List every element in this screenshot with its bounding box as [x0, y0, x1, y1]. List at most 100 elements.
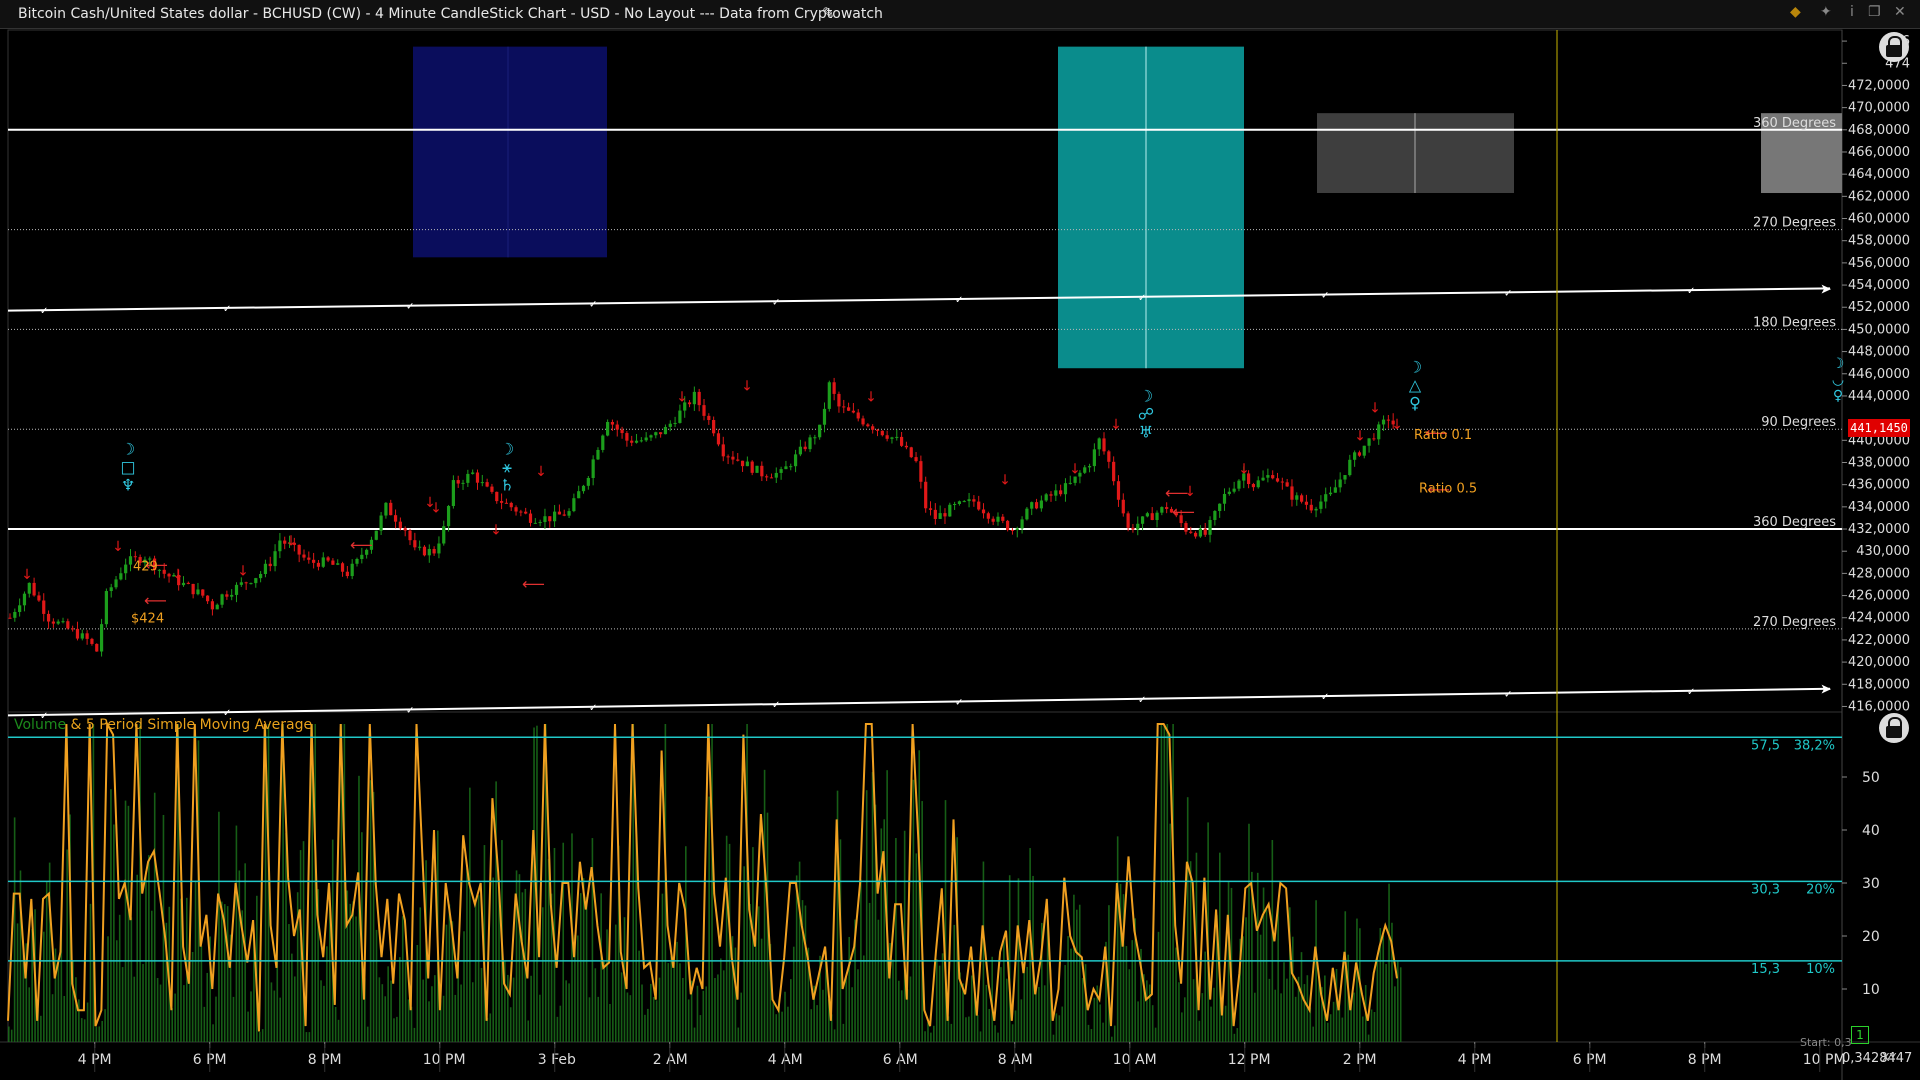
- candle: [1068, 482, 1072, 484]
- volume-bar: [474, 898, 477, 1042]
- candle: [779, 469, 783, 473]
- candle: [986, 513, 990, 519]
- price-tick-label: 472,0000: [1848, 78, 1910, 93]
- candle: [740, 460, 745, 467]
- candle: [230, 594, 234, 597]
- candle: [1193, 532, 1198, 537]
- candle: [128, 556, 133, 565]
- volume-bar: [110, 789, 112, 1042]
- candle: [1362, 445, 1366, 456]
- volume-bar: [661, 893, 664, 1042]
- volume-bar: [378, 977, 381, 1042]
- volume-bar: [495, 781, 497, 1042]
- candle: [273, 551, 277, 567]
- candle: [408, 530, 412, 541]
- volume-bar: [641, 984, 643, 1042]
- candle: [895, 436, 899, 438]
- candle: [1131, 527, 1135, 530]
- candle: [924, 481, 928, 509]
- candle: [1290, 486, 1294, 500]
- volume-bar: [1055, 1013, 1058, 1042]
- volume-bar: [139, 724, 141, 1042]
- candle: [755, 465, 759, 473]
- time-tick-label: 4 AM: [768, 1052, 803, 1068]
- candle: [475, 472, 480, 483]
- volume-bar: [714, 977, 716, 1042]
- volume-bar: [556, 1016, 559, 1042]
- candle: [842, 406, 846, 408]
- start-badge[interactable]: 1: [1851, 1026, 1869, 1044]
- volume-bar: [935, 959, 938, 1042]
- volume-bar: [1329, 1014, 1332, 1042]
- volume-bar: [1385, 964, 1387, 1042]
- candle: [1063, 483, 1068, 495]
- candle: [721, 444, 725, 457]
- candle: [1377, 424, 1381, 440]
- volume-bar: [486, 1017, 489, 1042]
- candle: [22, 593, 27, 606]
- candle: [51, 621, 55, 624]
- candle: [1266, 475, 1270, 478]
- volume-bar: [384, 996, 387, 1042]
- volume-bar: [597, 996, 600, 1042]
- lock-icon[interactable]: [1879, 32, 1909, 62]
- volume-bar: [1000, 967, 1002, 1042]
- volume-bar: [562, 842, 565, 1042]
- left-arrow-marker: ⟵: [1172, 502, 1195, 521]
- candle: [1092, 449, 1096, 467]
- candle: [1367, 438, 1371, 446]
- candle: [1251, 484, 1256, 488]
- volume-bar: [871, 772, 874, 1042]
- candle: [1381, 419, 1386, 425]
- volume-bar: [54, 948, 57, 1042]
- candle: [205, 595, 210, 602]
- volume-bar: [130, 917, 133, 1042]
- candle: [601, 435, 605, 450]
- degree-label: 90 Degrees: [1761, 415, 1836, 430]
- candle: [736, 459, 740, 461]
- candle: [1136, 523, 1140, 530]
- candle: [630, 440, 634, 443]
- volume-bar: [396, 1016, 398, 1042]
- volume-bar: [1067, 936, 1069, 1042]
- volume-bar: [679, 963, 681, 1042]
- volume-bar: [156, 977, 159, 1042]
- volume-bar: [810, 1009, 813, 1042]
- volume-bar: [658, 977, 661, 1042]
- volume-bar: [1204, 951, 1207, 1042]
- volume-bar: [909, 976, 912, 1042]
- candle: [1001, 516, 1005, 521]
- volume-bar: [612, 960, 614, 1042]
- candle: [625, 433, 629, 441]
- candle: [1232, 488, 1236, 492]
- price-tick-label: 416,0000: [1848, 699, 1910, 714]
- volume-bar: [40, 1015, 42, 1042]
- candle: [909, 447, 913, 458]
- volume-bar: [66, 849, 68, 1042]
- candle: [813, 437, 817, 439]
- volume-bar: [912, 779, 915, 1042]
- volume-bar: [355, 916, 357, 1042]
- astro-glyph: ☽: [500, 440, 514, 459]
- volume-bar: [684, 846, 687, 1042]
- volume-bar: [1108, 905, 1110, 1042]
- xy-toggle[interactable]: XY: [1882, 1051, 1896, 1064]
- volume-bar: [142, 964, 144, 1042]
- volume-bar: [1111, 1036, 1113, 1042]
- candle: [885, 435, 889, 439]
- volume-bar: [930, 1032, 932, 1042]
- candle: [71, 628, 75, 630]
- volume-bar: [985, 984, 988, 1042]
- volume-bar: [965, 1017, 967, 1042]
- volume-bar: [80, 1018, 83, 1042]
- candle: [446, 505, 451, 527]
- astro-glyph: ☍: [1138, 404, 1154, 423]
- candle: [644, 437, 648, 441]
- candle: [572, 498, 576, 512]
- candle: [943, 513, 947, 517]
- volume-bar: [600, 893, 602, 1042]
- candle: [495, 491, 499, 502]
- candle: [393, 515, 398, 522]
- volume-bar: [293, 976, 296, 1042]
- lock-icon[interactable]: [1879, 713, 1909, 743]
